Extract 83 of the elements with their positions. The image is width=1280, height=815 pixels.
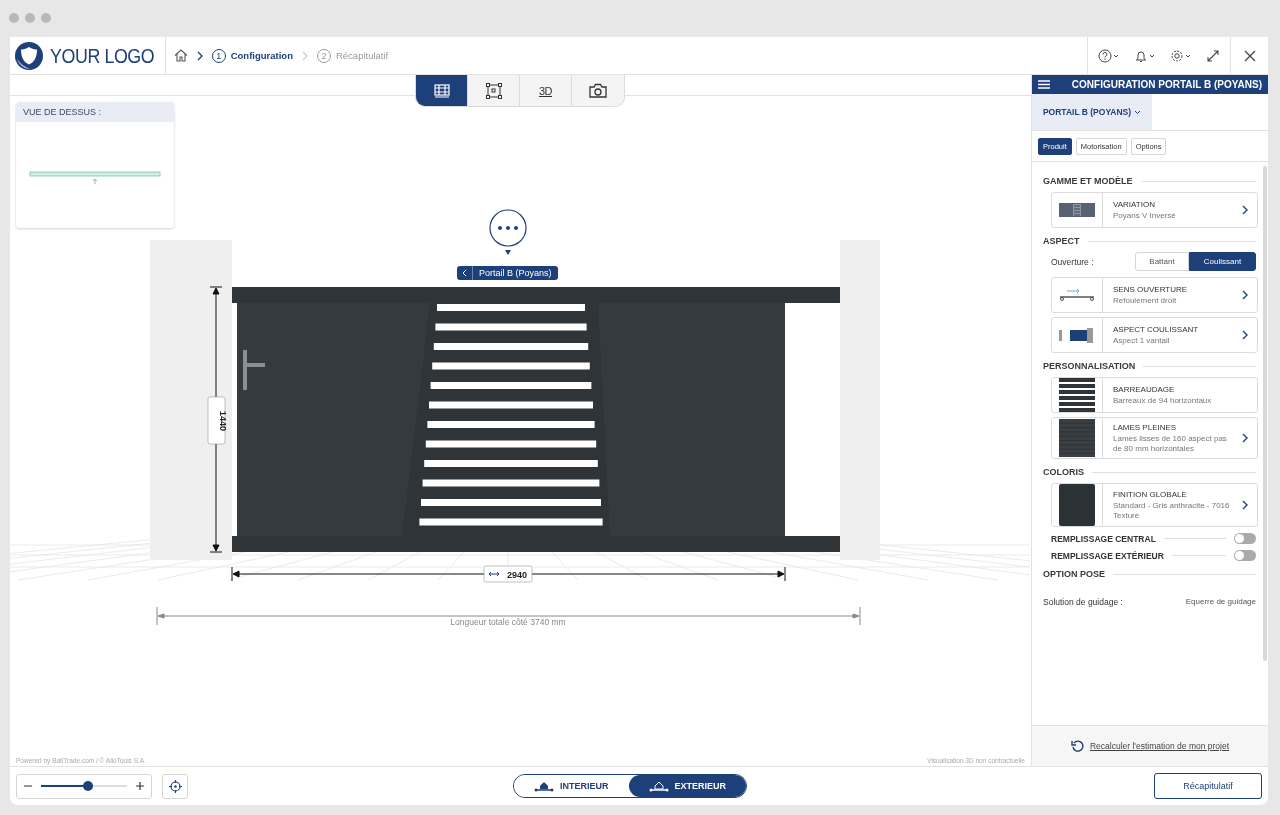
section-title: GAMME ET MODÈLE <box>1043 176 1133 186</box>
panel-title: CONFIGURATION PORTAIL B (POYANS) <box>1070 79 1262 90</box>
section-title: ASPECT <box>1043 236 1080 246</box>
pointer-triangle-icon <box>505 250 511 255</box>
crosshair-icon <box>168 779 182 793</box>
house-icon <box>534 780 554 792</box>
element-selector-button[interactable]: Portail B (Poyans) <box>457 266 558 280</box>
chevron-right-icon <box>301 50 308 61</box>
product-dropdown[interactable]: PORTAIL B (POYANS) <box>1032 94 1152 130</box>
option-title: VARIATION <box>1113 200 1156 209</box>
section-title: OPTION POSE <box>1043 569 1105 579</box>
gate-view-icon <box>433 83 450 98</box>
option-card[interactable]: FINITION GLOBALE Standard - Gris anthracite - 7016 Texturé <box>1051 483 1258 527</box>
option-card[interactable]: VARIATION Poyans V Inversé <box>1051 192 1258 228</box>
recalculate-link[interactable]: Recalculer l'estimation de mon projet <box>1089 741 1230 751</box>
field-value: Equerre de guidage <box>1185 597 1256 607</box>
home-icon[interactable] <box>173 49 188 62</box>
ellipsis-menu-icon[interactable] <box>489 209 527 247</box>
toggle-label: REMPLISSAGE EXTÉRIEUR <box>1051 550 1164 561</box>
notifications-menu-button[interactable] <box>1134 48 1156 63</box>
label-background <box>483 565 533 583</box>
option-title: ASPECT COULISSANT <box>1113 325 1200 334</box>
section-title: COLORIS <box>1043 467 1084 477</box>
horizontal-bars-thumbnail <box>1059 378 1095 412</box>
settings-menu-button[interactable] <box>1170 48 1192 63</box>
settings-icon <box>1170 48 1192 63</box>
option-value: Standard - Gris anthracite - 7016 Texturé <box>1113 501 1231 521</box>
help-icon <box>1098 48 1120 63</box>
slider-thumb[interactable] <box>83 781 94 791</box>
toggle-switch[interactable] <box>1234 533 1256 544</box>
frame-icon <box>485 82 502 99</box>
card-title: VUE DE DESSUS : <box>16 102 174 122</box>
section-title: PERSONNALISATION <box>1043 361 1136 371</box>
zoom-in-button[interactable] <box>135 781 145 791</box>
chevron-right-icon <box>196 50 203 61</box>
height-value: 1440 <box>218 411 228 431</box>
field-label: Solution de guidage : <box>1043 597 1123 607</box>
logo-text: YOUR LOGO <box>50 43 155 68</box>
toggle-label: REMPLISSAGE CENTRAL <box>1051 533 1156 544</box>
shield-logo-icon <box>14 40 44 71</box>
step-link[interactable]: 1 Configuration <box>211 48 293 63</box>
option-value: Lames lisses de 160 aspect pas de 80 mm horizontales <box>1113 434 1228 454</box>
gate-drawing[interactable] <box>232 287 840 552</box>
close-icon <box>1243 49 1256 62</box>
sliding-direction-icon <box>1059 288 1095 302</box>
option-title: LAMES PLEINES <box>1113 423 1178 432</box>
fullscreen-icon[interactable] <box>1206 48 1220 63</box>
view-tab[interactable] <box>416 75 468 106</box>
option-title: FINITION GLOBALE <box>1113 490 1188 499</box>
option-card[interactable]: BARREAUDAGE Barreaux de 94 horizontaux <box>1051 377 1258 413</box>
help-menu-button[interactable] <box>1098 48 1120 63</box>
plus-icon <box>135 781 145 791</box>
gate-thumbnail <box>1059 203 1095 217</box>
house-icon <box>648 780 669 792</box>
option-value: Barreaux de 94 horizontaux <box>1113 396 1213 406</box>
side-toggle-option[interactable]: EXTERIEUR <box>628 775 746 797</box>
segment-button[interactable]: Battant <box>1135 252 1189 271</box>
option-value: Aspect 1 vantail <box>1113 336 1171 346</box>
color-swatch <box>1059 484 1095 526</box>
option-value: Poyans V Inversé <box>1113 211 1177 221</box>
menu-icon[interactable] <box>1038 80 1050 89</box>
option-title: SENS OUVERTURE <box>1113 285 1189 294</box>
width-value: 2940 <box>507 569 527 580</box>
summary-button[interactable]: Récapitulatif <box>1154 773 1262 799</box>
chevron-left-icon <box>462 269 467 277</box>
option-card[interactable]: LAMES PLEINES Lames lisses de 160 aspect pas de 80 mm horizontales <box>1051 417 1258 459</box>
total-length-text: Longueur totale côté 3740 mm <box>450 617 566 627</box>
bell-icon <box>1134 48 1156 63</box>
label-background <box>207 396 226 445</box>
toggle-switch[interactable] <box>1234 550 1256 561</box>
option-title: BARREAUDAGE <box>1113 385 1176 394</box>
segment-button[interactable]: Coulissant <box>1189 252 1256 271</box>
option-value: Refoulement droit <box>1113 296 1178 306</box>
refresh-icon <box>1070 739 1085 753</box>
solid-slats-thumbnail <box>1059 419 1095 457</box>
option-card[interactable]: SENS OUVERTURE Refoulement droit <box>1051 277 1258 313</box>
camera-icon <box>589 83 607 98</box>
caret-icon <box>1134 109 1142 115</box>
sliding-gate-thumbnail <box>1059 327 1095 343</box>
option-card[interactable]: ASPECT COULISSANT Aspect 1 vantail <box>1051 317 1258 353</box>
field-label: Ouverture : <box>1051 256 1095 267</box>
double-arrow-icon <box>488 571 500 577</box>
recenter-button[interactable] <box>162 773 188 799</box>
